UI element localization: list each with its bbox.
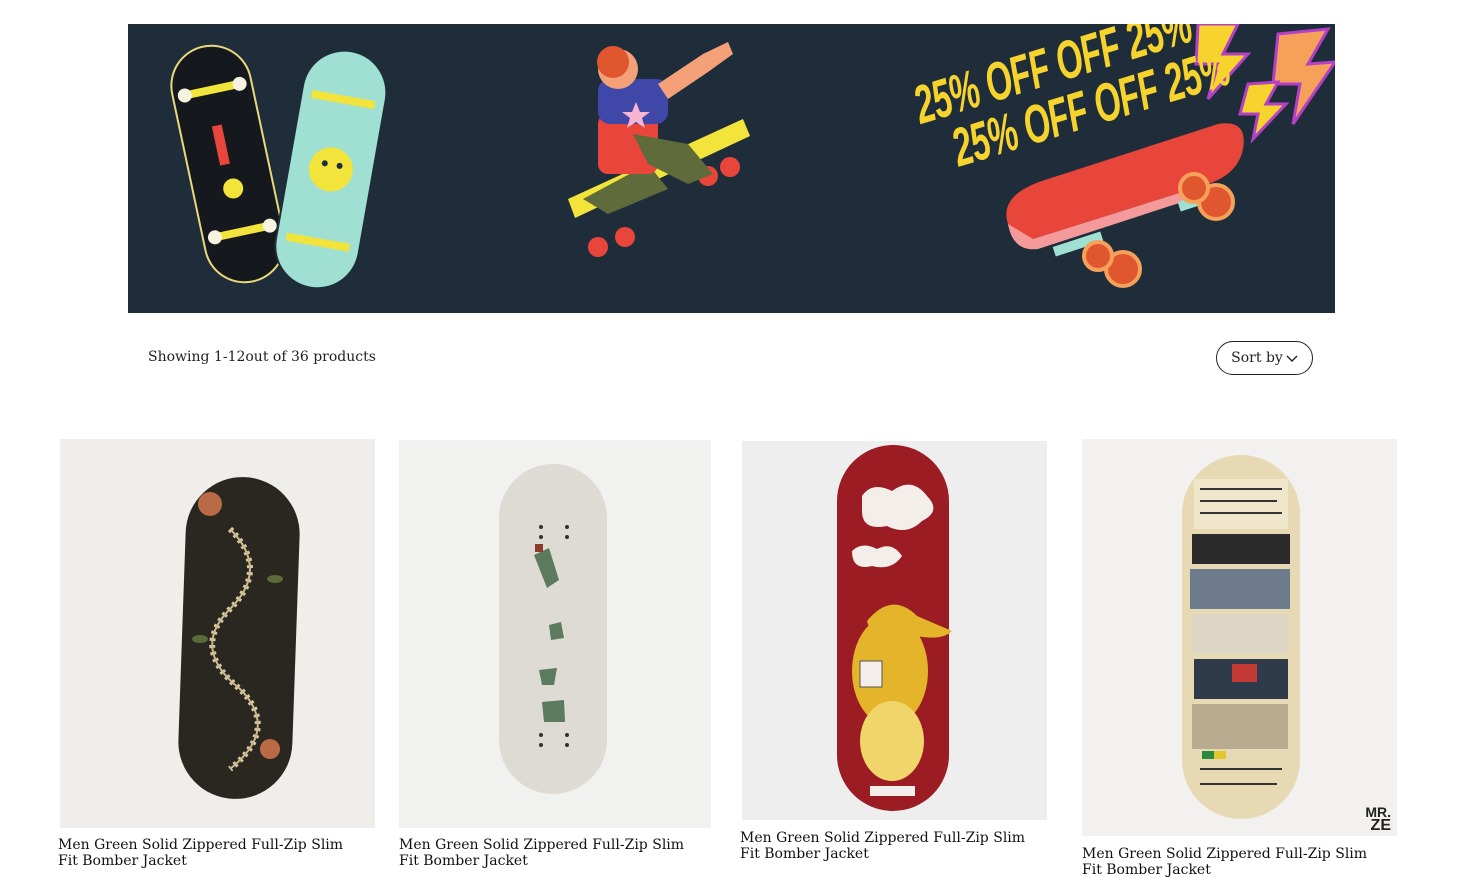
product-title[interactable]: Men Green Solid Zippered Full-Zip Slim F… [399,837,699,869]
product-image-collage[interactable]: MR. ZE [1082,439,1397,836]
product-image-snake-skeleton[interactable] [60,439,375,828]
sort-by-button[interactable]: Sort by [1216,341,1313,375]
product-title[interactable]: Men Green Solid Zippered Full-Zip Slim F… [740,830,1040,862]
product-count-text: Showing 1-12out of 36 products [148,349,376,365]
chevron-down-icon [1286,355,1298,362]
product-title[interactable]: Men Green Solid Zippered Full-Zip Slim F… [58,837,358,869]
skateboard-image [742,441,1047,820]
skateboard-image [1082,439,1397,836]
brand-logo: MR. ZE [1365,804,1391,834]
product-title[interactable]: Men Green Solid Zippered Full-Zip Slim F… [1082,846,1382,878]
product-image-yellow-anteater[interactable] [742,441,1047,820]
sort-by-label: Sort by [1231,350,1283,366]
skateboard-image [399,440,711,828]
product-image-broken-bottle[interactable] [399,440,711,828]
promo-banner[interactable]: 25% OFF OFF 25% 25% OFF OFF 25% [128,24,1335,313]
skateboard-image [60,439,375,828]
